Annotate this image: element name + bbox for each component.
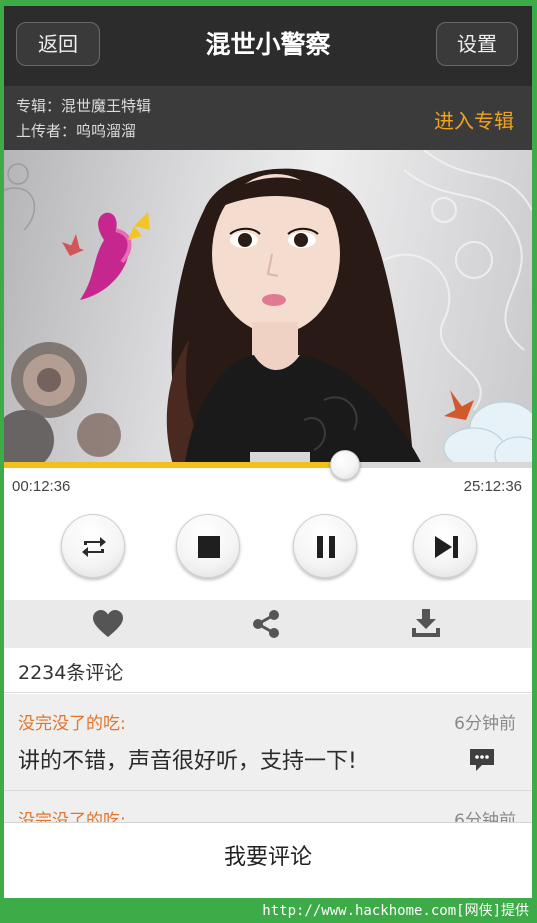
app-screen: 返回 混世小警察 设置 专辑：混世魔王特辑 上传者：呜呜溜溜 进入专辑 00:1… xyxy=(4,6,532,898)
cover-illustration xyxy=(4,150,532,468)
back-button[interactable]: 返回 xyxy=(16,22,100,66)
comment-time: 6分钟前 xyxy=(454,714,516,734)
settings-button[interactable]: 设置 xyxy=(436,22,518,66)
share-button[interactable] xyxy=(249,608,283,640)
next-track-button[interactable] xyxy=(413,514,477,578)
heart-icon xyxy=(93,610,123,637)
enter-album-link[interactable]: 进入专辑 xyxy=(434,105,514,134)
stop-button[interactable] xyxy=(176,514,240,578)
comment-time: 6分钟前 xyxy=(454,811,516,822)
comment-item: 没完没了的吃: 6分钟前 xyxy=(4,790,532,822)
total-time: 25:12:36 xyxy=(463,478,522,495)
download-button[interactable] xyxy=(409,608,443,640)
bottom-bar: 我要评论 xyxy=(4,822,532,898)
divider xyxy=(4,692,532,693)
progress-bar[interactable] xyxy=(4,462,532,468)
cover-photo xyxy=(4,150,532,468)
uploader-name: 上传者：呜呜溜溜 xyxy=(16,122,137,140)
chat-bubble-icon xyxy=(470,749,494,771)
progress-handle[interactable] xyxy=(329,450,360,480)
action-bar xyxy=(4,600,532,648)
pause-icon xyxy=(317,536,335,558)
download-icon xyxy=(412,609,440,637)
comment-list: 没完没了的吃: 6分钟前 讲的不错，声音很好听，支持一下! 没完没了的吃: 6分… xyxy=(4,694,532,822)
stop-icon xyxy=(198,536,220,558)
comment-count: 2234条评论 xyxy=(18,662,124,684)
comment-author[interactable]: 没完没了的吃: xyxy=(18,806,126,822)
write-comment-button[interactable]: 我要评论 xyxy=(4,823,532,898)
share-icon xyxy=(253,610,279,638)
repeat-button[interactable] xyxy=(61,514,125,578)
page-title: 混世小警察 xyxy=(205,30,331,59)
progress-fill xyxy=(4,462,345,468)
comment-author[interactable]: 没完没了的吃: xyxy=(18,709,126,734)
current-time: 00:12:36 xyxy=(12,478,71,495)
comment-text: 讲的不错，声音很好听，支持一下! xyxy=(18,749,357,774)
comment-item: 没完没了的吃: 6分钟前 讲的不错，声音很好听，支持一下! xyxy=(4,694,532,790)
watermark-text: http://www.hackhome.com[网侠]提供 xyxy=(262,903,529,919)
next-track-icon xyxy=(435,536,458,558)
album-info-bar: 专辑：混世魔王特辑 上传者：呜呜溜溜 进入专辑 xyxy=(4,86,532,150)
repeat-icon xyxy=(82,537,106,557)
reply-button[interactable] xyxy=(468,747,496,773)
album-name: 专辑：混世魔王特辑 xyxy=(16,97,152,115)
like-button[interactable] xyxy=(91,608,125,640)
top-bar: 返回 混世小警察 设置 xyxy=(4,6,532,86)
pause-button[interactable] xyxy=(293,514,357,578)
